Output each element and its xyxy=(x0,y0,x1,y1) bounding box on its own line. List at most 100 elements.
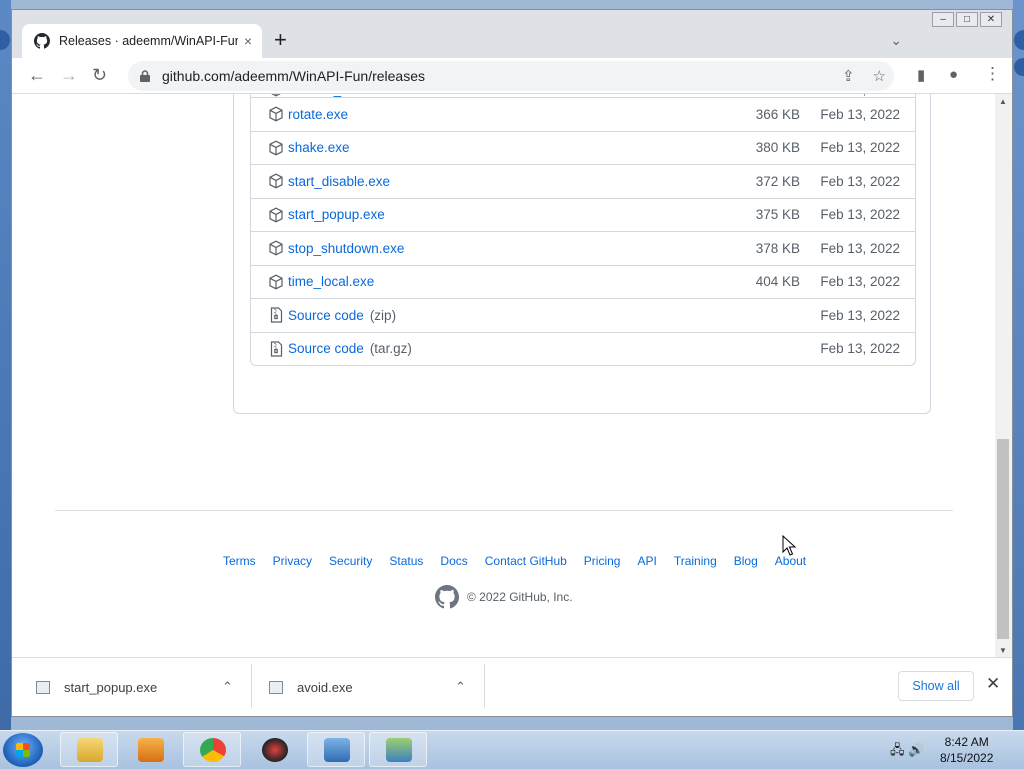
footer-link-docs[interactable]: Docs xyxy=(440,554,467,568)
footer-link-security[interactable]: Security xyxy=(329,554,372,568)
tray-icons[interactable]: 🖧 🔊 xyxy=(890,741,924,763)
asset-size: 378 KB xyxy=(755,240,800,256)
footer-link-api[interactable]: API xyxy=(637,554,656,568)
asset-link[interactable]: start_disable.exe xyxy=(288,174,390,189)
desktop-icon-partial[interactable] xyxy=(1014,30,1024,50)
tab-releases[interactable]: Releases · adeemm/WinAPI-Fun × xyxy=(22,24,262,58)
footer-link-blog[interactable]: Blog xyxy=(734,554,758,568)
close-shelf-icon[interactable]: ✕ xyxy=(986,674,1000,694)
footer-link-training[interactable]: Training xyxy=(674,554,717,568)
back-arrow-icon[interactable]: ← xyxy=(28,64,46,86)
download-item[interactable]: start_popup.exe ⌃ xyxy=(36,658,262,716)
package-icon xyxy=(269,240,283,256)
reload-icon[interactable]: ↻ xyxy=(92,64,107,86)
asset-row: Source code (tar.gz) Feb 13, 2022 xyxy=(251,331,915,366)
asset-link[interactable]: stop_shutdown.exe xyxy=(288,241,404,256)
github-logo-icon[interactable] xyxy=(435,585,459,609)
download-filename: avoid.exe xyxy=(297,679,353,695)
address-bar[interactable]: github.com/adeemm/WinAPI-Fun/releases ⇪ … xyxy=(128,61,894,91)
browser-menu-icon[interactable]: ⋮ xyxy=(984,64,1001,84)
desktop-left-edge xyxy=(0,0,11,730)
taskbar-window[interactable] xyxy=(369,732,427,767)
asset-link[interactable]: Source code xyxy=(288,308,364,323)
browser-window: Releases · adeemm/WinAPI-Fun × + ⌄ – □ ✕… xyxy=(11,9,1013,717)
close-window-button[interactable]: ✕ xyxy=(980,12,1002,27)
taskbar-media-player[interactable] xyxy=(121,732,179,767)
asset-link[interactable]: shake.exe xyxy=(288,140,350,155)
asset-row: Source code (zip) Feb 13, 2022 xyxy=(251,298,915,332)
asset-link[interactable]: rotate.exe xyxy=(288,107,348,122)
footer-copyright: © 2022 GitHub, Inc. xyxy=(435,585,573,609)
download-item[interactable]: avoid.exe ⌃ xyxy=(269,658,495,716)
package-icon xyxy=(271,94,281,97)
asset-size: 375 KB xyxy=(755,207,800,223)
asset-format[interactable]: (tar.gz) xyxy=(370,341,412,356)
chevron-up-icon[interactable]: ⌃ xyxy=(222,679,233,695)
forward-arrow-icon[interactable]: → xyxy=(60,64,78,86)
asset-size: 404 KB xyxy=(755,274,800,290)
share-icon[interactable]: ⇪ xyxy=(842,67,855,85)
footer-link-status[interactable]: Status xyxy=(389,554,423,568)
tab-title: Releases · adeemm/WinAPI-Fun xyxy=(59,34,238,48)
tab-close-icon[interactable]: × xyxy=(244,33,252,49)
start-button[interactable] xyxy=(3,733,43,767)
asset-date: Feb 13, 2022 xyxy=(820,173,900,189)
asset-link[interactable]: start_popup.exe xyxy=(288,207,385,222)
scroll-down-arrow-icon[interactable]: ▼ xyxy=(999,646,1007,655)
maximize-button[interactable]: □ xyxy=(956,12,978,27)
taskbar-control-panel[interactable] xyxy=(307,732,365,767)
url-path: /adeemm/WinAPI-Fun/releases xyxy=(230,68,426,84)
asset-size: 380 KB xyxy=(755,140,800,156)
assets-list: random_cursor.exe377 KBFeb 13, 2022rotat… xyxy=(250,94,916,366)
scrollbar-thumb[interactable] xyxy=(997,439,1009,639)
asset-row: shake.exe 380 KB Feb 13, 2022 xyxy=(251,130,915,165)
package-icon xyxy=(269,140,283,156)
url-host: github.com xyxy=(162,68,231,84)
asset-row: rotate.exe 366 KB Feb 13, 2022 xyxy=(251,97,915,131)
side-panel-icon[interactable]: ▮ xyxy=(917,66,925,84)
asset-format[interactable]: (zip) xyxy=(370,308,396,323)
asset-link[interactable]: time_local.exe xyxy=(288,274,374,289)
taskbar-clock[interactable]: 8:42 AM 8/15/2022 xyxy=(940,734,993,766)
window-controls: – □ ✕ xyxy=(932,12,1002,27)
taskbar-chrome[interactable] xyxy=(183,732,241,767)
chevron-up-icon[interactable]: ⌃ xyxy=(455,679,466,695)
new-tab-button[interactable]: + xyxy=(274,29,287,51)
lock-icon[interactable] xyxy=(140,70,150,82)
footer-link-pricing[interactable]: Pricing xyxy=(584,554,621,568)
asset-date: Feb 13, 2022 xyxy=(820,307,900,323)
asset-row: start_popup.exe 375 KB Feb 13, 2022 xyxy=(251,197,915,232)
page-viewport: random_cursor.exe377 KBFeb 13, 2022rotat… xyxy=(12,94,1012,657)
profile-avatar-icon[interactable]: ● xyxy=(949,66,958,83)
minimize-button[interactable]: – xyxy=(932,12,954,27)
footer-divider xyxy=(55,510,953,511)
asset-size: 372 KB xyxy=(755,173,800,189)
download-filename: start_popup.exe xyxy=(64,679,158,695)
url-text: github.com/adeemm/WinAPI-Fun/releases xyxy=(162,68,425,84)
asset-date: Feb 13, 2022 xyxy=(820,274,900,290)
show-all-button[interactable]: Show all xyxy=(898,671,974,701)
footer-links: Terms Privacy Security Status Docs Contact Gi… xyxy=(223,554,823,568)
clock-date: 8/15/2022 xyxy=(940,751,994,765)
asset-size: 377 KB xyxy=(740,94,800,97)
asset-link[interactable]: random_cursor.exe xyxy=(288,94,404,97)
tab-search-icon[interactable]: ⌄ xyxy=(890,32,902,49)
package-icon xyxy=(269,173,283,189)
taskbar-explorer[interactable] xyxy=(60,732,118,767)
footer-link-privacy[interactable]: Privacy xyxy=(273,554,312,568)
desktop-icon-partial[interactable] xyxy=(1014,58,1024,76)
page-scrollbar[interactable]: ▲ ▼ xyxy=(995,94,1012,657)
asset-row: start_disable.exe 372 KB Feb 13, 2022 xyxy=(251,164,915,198)
asset-link[interactable]: Source code xyxy=(288,341,364,356)
desktop-right-edge xyxy=(1013,0,1024,730)
desktop-icon-partial[interactable] xyxy=(0,30,10,50)
download-separator xyxy=(484,664,485,708)
asset-date: Feb 13, 2022 xyxy=(820,106,900,122)
folder-icon xyxy=(77,738,103,762)
bookmark-star-icon[interactable]: ☆ xyxy=(873,67,886,85)
taskbar-app[interactable] xyxy=(245,732,303,767)
asset-date: Feb 13, 2022 xyxy=(800,94,900,97)
scroll-up-arrow-icon[interactable]: ▲ xyxy=(999,97,1007,106)
footer-link-terms[interactable]: Terms xyxy=(223,554,256,568)
footer-link-contact-github[interactable]: Contact GitHub xyxy=(485,554,567,568)
